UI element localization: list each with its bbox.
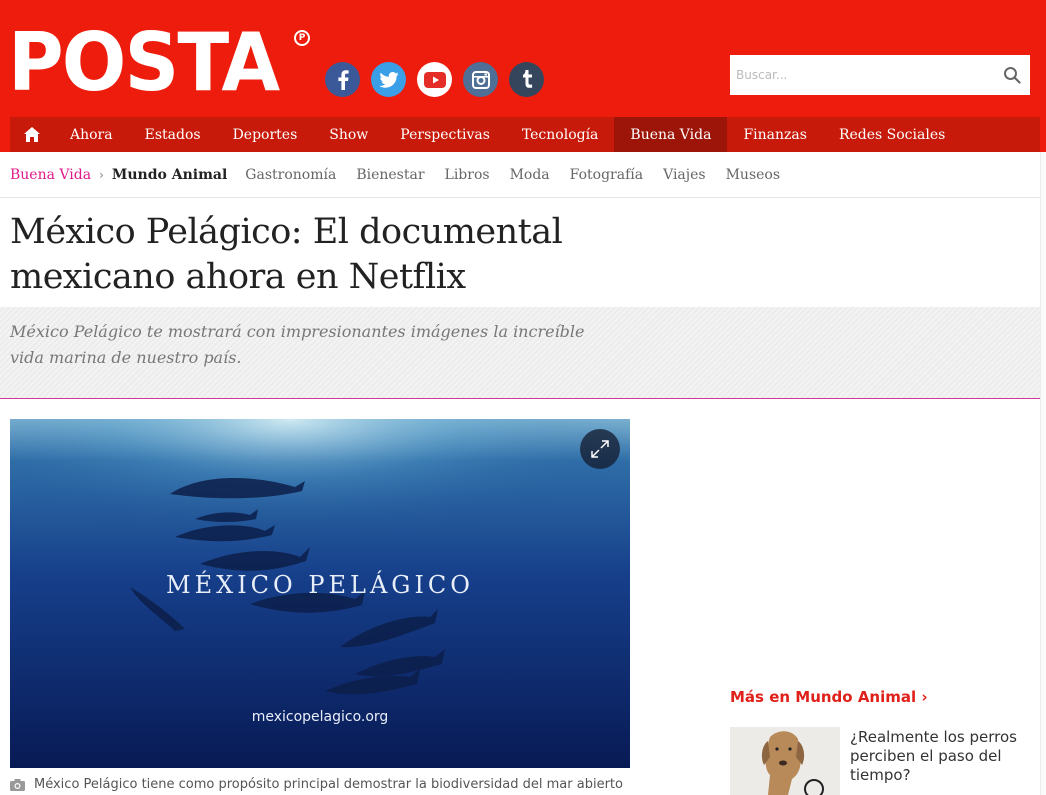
subnav-item-moda[interactable]: Moda — [510, 167, 550, 183]
main-nav: Ahora Estados Deportes Show Perspectivas… — [10, 117, 1040, 152]
nav-item-estados[interactable]: Estados — [129, 117, 217, 152]
dog-photo — [730, 727, 840, 795]
camera-icon — [10, 778, 25, 791]
image-overlay-title: MÉXICO PELÁGICO — [166, 571, 474, 599]
breadcrumb-current[interactable]: Mundo Animal — [112, 167, 227, 183]
facebook-icon[interactable] — [325, 62, 360, 97]
tumblr-icon[interactable] — [509, 62, 544, 97]
related-article-thumbnail[interactable] — [730, 727, 840, 795]
nav-item-deportes[interactable]: Deportes — [217, 117, 314, 152]
article-title: México Pelágico: El documental mexicano … — [10, 212, 563, 297]
instagram-icon[interactable] — [463, 62, 498, 97]
article-hero-image[interactable]: MÉXICO PELÁGICO mexicopelagico.org — [10, 419, 630, 768]
section-subnav: Buena Vida › Mundo Animal Gastronomía Bi… — [0, 152, 1040, 198]
image-caption-text: México Pelágico tiene como propósito pri… — [34, 777, 623, 792]
chevron-right-icon: › — [99, 167, 104, 182]
image-caption: México Pelágico tiene como propósito pri… — [10, 777, 650, 792]
registered-mark: P — [294, 30, 310, 46]
home-icon[interactable] — [10, 117, 54, 152]
more-in-section-label: Más en Mundo Animal — [730, 688, 917, 706]
subnav-item-museos[interactable]: Museos — [726, 167, 780, 183]
nav-item-ahora[interactable]: Ahora — [54, 117, 129, 152]
article-summary: México Pelágico te mostrará con impresio… — [10, 322, 585, 367]
subnav-item-bienestar[interactable]: Bienestar — [356, 167, 424, 183]
site-header: POSTA P Ahora Estados Deportes Show Pers… — [0, 0, 1046, 152]
expand-icon[interactable] — [580, 429, 620, 469]
subnav-item-libros[interactable]: Libros — [445, 167, 490, 183]
nav-item-finanzas[interactable]: Finanzas — [727, 117, 822, 152]
posta-logo[interactable]: POSTA — [8, 18, 280, 108]
image-overlay-url: mexicopelagico.org — [251, 709, 389, 725]
subnav-item-fotografia[interactable]: Fotografía — [570, 167, 643, 183]
nav-item-tecnologia[interactable]: Tecnología — [506, 117, 615, 152]
subnav-item-viajes[interactable]: Viajes — [663, 167, 706, 183]
article-summary-band: México Pelágico te mostrará con impresio… — [0, 307, 1040, 399]
page-scroll-edge — [1040, 152, 1046, 795]
breadcrumb-parent[interactable]: Buena Vida — [10, 167, 91, 183]
related-article-title[interactable]: ¿Realmente los perros perciben el paso d… — [850, 728, 1030, 785]
subnav-item-gastronomia[interactable]: Gastronomía — [245, 167, 336, 183]
search-icon[interactable] — [994, 56, 1030, 94]
twitter-icon[interactable] — [371, 62, 406, 97]
search-input[interactable] — [730, 56, 994, 94]
nav-item-show[interactable]: Show — [313, 117, 384, 152]
youtube-icon[interactable] — [417, 62, 452, 97]
search-box — [730, 55, 1030, 95]
nav-item-buena-vida[interactable]: Buena Vida — [614, 117, 728, 152]
nav-item-redes-sociales[interactable]: Redes Sociales — [823, 117, 961, 152]
nav-item-perspectivas[interactable]: Perspectivas — [384, 117, 506, 152]
chevron-right-icon: › — [921, 688, 928, 706]
more-in-section-link[interactable]: Más en Mundo Animal › — [730, 688, 928, 706]
